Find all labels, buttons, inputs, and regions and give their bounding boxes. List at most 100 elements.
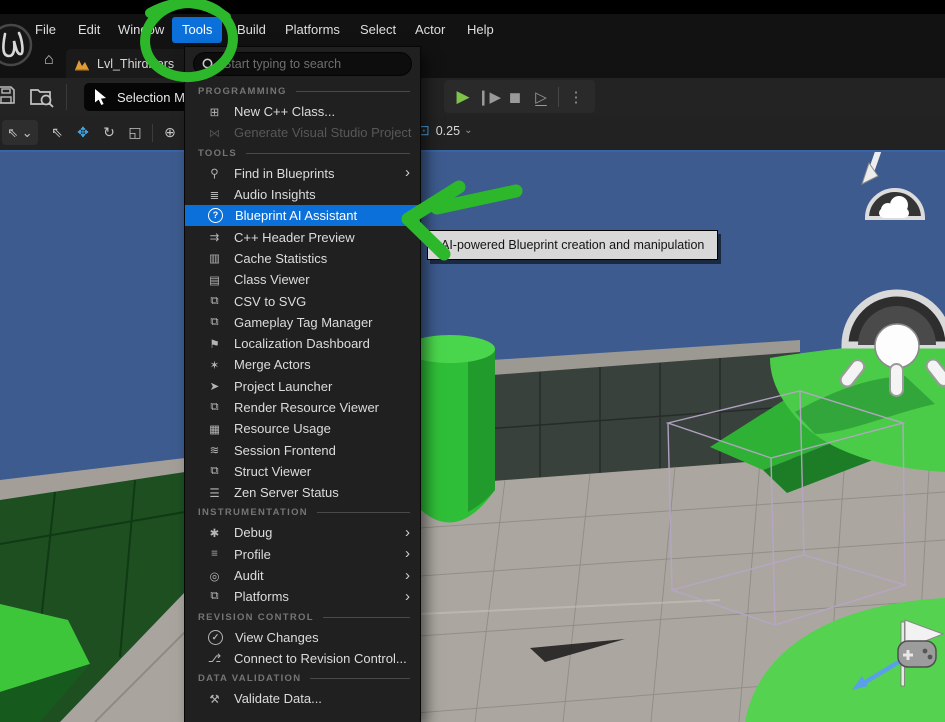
menu-item-resource-usage[interactable]: ▦Resource Usage [185, 418, 420, 439]
level-asset-icon [74, 57, 90, 71]
menu-item-label: New C++ Class... [234, 104, 335, 119]
menu-edit[interactable]: Edit [78, 20, 100, 40]
menu-window[interactable]: Window [118, 20, 164, 40]
submenu-chevron-icon: › [405, 549, 410, 559]
menu-item-gameplay-tag-manager[interactable]: ⧉Gameplay Tag Manager [185, 312, 420, 333]
zen-server-status-icon: ☰ [207, 486, 222, 500]
menu-item-new-cpp-class[interactable]: ⊞New C++ Class... [185, 101, 420, 122]
section-header-label: REVISION CONTROL [198, 612, 314, 623]
menu-item-label: Session Frontend [234, 443, 336, 458]
menu-item-project-launcher[interactable]: ➤Project Launcher [185, 376, 420, 397]
menu-item-struct-viewer[interactable]: ⧉ Struct Viewer [185, 461, 420, 482]
cursor-mode-dropdown[interactable]: ⇖ ⌄ [2, 120, 38, 145]
content-browser-icon[interactable] [30, 86, 56, 113]
menu-file[interactable]: File [35, 20, 56, 40]
menu-item-audit[interactable]: ◎Audit› [185, 565, 420, 586]
scale-tool[interactable]: ◱ [122, 124, 148, 141]
home-icon[interactable]: ⌂ [44, 51, 54, 69]
section-header-label: TOOLS [198, 148, 237, 159]
cache-statistics-icon: ▥ [207, 251, 222, 265]
viewport-toolbar-divider [152, 124, 153, 142]
title-bar [0, 0, 945, 14]
menu-item-label: Render Resource Viewer [234, 400, 379, 415]
menu-item-label: Struct Viewer [234, 464, 311, 479]
coordinate-system-button[interactable]: ⊕ [157, 124, 183, 141]
menu-item-cache-statistics[interactable]: ▥ Cache Statistics [185, 248, 420, 269]
view-changes-icon: ✓ [208, 630, 223, 645]
skip-frame-button[interactable]: ❙▶ [476, 88, 502, 106]
section-divider-line [296, 91, 410, 92]
menu-section-tools: TOOLS [185, 144, 420, 163]
menu-item-cpp-header-preview[interactable]: ⇉C++ Header Preview [185, 226, 420, 247]
class-viewer-icon: ▤ [207, 273, 222, 287]
section-header-label: DATA VALIDATION [198, 673, 301, 684]
connect-to-revision-control-icon: ⎇ [207, 651, 222, 665]
submenu-chevron-icon: › [405, 168, 410, 178]
menu-build[interactable]: Build [237, 20, 266, 40]
select-tool[interactable]: ⇖ [44, 124, 70, 141]
menu-item-merge-actors[interactable]: ✶Merge Actors [185, 354, 420, 375]
level-tab[interactable]: Lvl_ThirdPers [66, 49, 196, 78]
menu-item-label: Class Viewer [234, 272, 310, 287]
menu-select[interactable]: Select [360, 20, 396, 40]
menu-item-label: Audio Insights [234, 187, 316, 202]
menu-search-box[interactable] [193, 52, 412, 76]
menu-item-session-frontend[interactable]: ≋ Session Frontend [185, 439, 420, 460]
stop-button[interactable]: ◼ [502, 88, 528, 106]
search-input[interactable] [221, 56, 395, 72]
menu-item-find-in-blueprints[interactable]: ⚲Find in Blueprints› [185, 163, 420, 184]
grid-snap-control[interactable]: ⊡ 0.25 ⌄ [418, 122, 472, 139]
menu-item-validate-data[interactable]: ⚒Validate Data... [185, 688, 420, 709]
section-header-label: INSTRUMENTATION [198, 507, 308, 518]
project-launcher-icon: ➤ [207, 379, 222, 393]
menu-item-label: Merge Actors [234, 357, 311, 372]
move-tool[interactable]: ✥ [70, 124, 96, 141]
audit-icon: ◎ [207, 569, 222, 583]
unreal-engine-logo-icon[interactable] [0, 22, 34, 68]
menu-item-class-viewer[interactable]: ▤ Class Viewer [185, 269, 420, 290]
menu-item-blueprint-ai-assistant[interactable]: ?Blueprint AI Assistant [185, 205, 420, 226]
menu-item-generate-visual-studio-project[interactable]: ⋈Generate Visual Studio Project [185, 122, 420, 143]
menu-item-label: Connect to Revision Control... [234, 651, 407, 666]
tools-dropdown-menu: PROGRAMMING⊞New C++ Class...⋈Generate Vi… [185, 47, 420, 722]
localization-dashboard-icon: ⚑ [207, 337, 222, 351]
viewport-active-border [0, 150, 945, 152]
menu-item-label: Debug [234, 525, 272, 540]
session-frontend-icon: ≋ [207, 443, 222, 457]
menu-item-csv-to-svg[interactable]: ⧉CSV to SVG [185, 290, 420, 311]
menu-tools[interactable]: Tools [172, 17, 222, 43]
menu-item-localization-dashboard[interactable]: ⚑Localization Dashboard [185, 333, 420, 354]
launch-platforms-button[interactable]: ▷ [528, 88, 554, 106]
platforms-icon: ⧉ [207, 590, 222, 603]
menu-actor[interactable]: Actor [415, 20, 445, 40]
struct-viewer-icon: ⧉ [207, 465, 222, 478]
menu-platforms[interactable]: Platforms [285, 20, 340, 40]
selection-mode-label: Selection Mo [117, 90, 192, 105]
cpp-header-preview-icon: ⇉ [207, 230, 222, 244]
gameplay-tag-manager-icon: ⧉ [207, 316, 222, 329]
menu-item-label: Cache Statistics [234, 251, 327, 266]
cursor-icon [94, 89, 108, 105]
play-panel-divider [558, 87, 559, 107]
menu-item-debug[interactable]: ✱Debug› [185, 522, 420, 543]
menu-item-render-resource-viewer[interactable]: ⧉ Render Resource Viewer [185, 397, 420, 418]
menu-item-connect-to-revision-control[interactable]: ⎇ Connect to Revision Control... [185, 648, 420, 669]
save-icon[interactable] [0, 86, 18, 111]
menu-item-platforms[interactable]: ⧉Platforms› [185, 586, 420, 607]
csv-to-svg-icon: ⧉ [207, 295, 222, 308]
menu-item-audio-insights[interactable]: ≣ Audio Insights [185, 184, 420, 205]
chevron-down-icon: ⌄ [464, 125, 472, 136]
menu-item-view-changes[interactable]: ✓View Changes [185, 627, 420, 648]
transform-tools-group: ⇖ ⌄⇖✥↻◱⊕⋮ [2, 120, 209, 145]
audio-insights-icon: ≣ [207, 188, 222, 202]
play-options-button[interactable]: ⋮ [563, 88, 589, 106]
menu-section-data-validation: DATA VALIDATION [185, 669, 420, 688]
play-button[interactable]: ▶ [450, 87, 476, 107]
render-resource-viewer-icon: ⧉ [207, 401, 222, 414]
menu-item-label: Validate Data... [234, 691, 322, 706]
menu-section-revision-control: REVISION CONTROL [185, 608, 420, 627]
menu-item-profile[interactable]: ≡Profile› [185, 544, 420, 565]
menu-item-zen-server-status[interactable]: ☰Zen Server Status [185, 482, 420, 503]
menu-help[interactable]: Help [467, 20, 494, 40]
rotate-tool[interactable]: ↻ [96, 124, 122, 141]
